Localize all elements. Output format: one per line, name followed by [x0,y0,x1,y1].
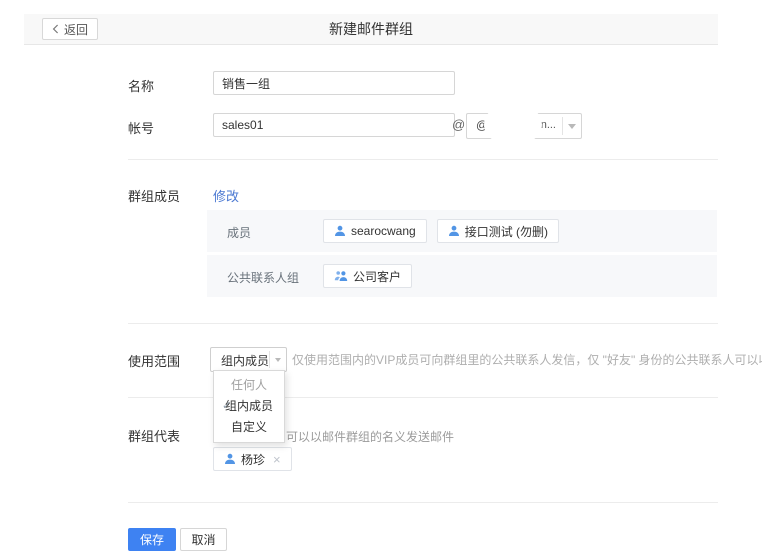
caret-down-icon [568,124,576,129]
footer-divider [128,502,718,503]
people-group-icon [334,270,348,282]
representative-hint: 可以以邮件群组的名义发送邮件 [286,428,454,445]
cancel-button[interactable]: 取消 [180,528,227,551]
representative-label: 群组代表 [128,426,180,445]
scope-select[interactable]: 组内成员 [210,347,287,372]
members-section-label: 群组成员 [128,186,180,205]
account-label: 帐号 [128,118,154,137]
modify-members-link[interactable]: 修改 [213,186,239,205]
contact-groups-tag-strip: 公司客户 [323,264,412,288]
at-separator: @ [452,117,465,132]
contact-group-tag: 公司客户 [323,264,412,288]
scope-label: 使用范围 [128,351,180,370]
person-icon [224,453,236,465]
censored-domain-blur [484,107,542,142]
members-tag-strip: searocwang 接口测试 (勿删) [323,219,559,243]
contact-groups-row-label: 公共联系人组 [227,269,299,286]
scope-selected-value: 组内成员 [221,352,269,369]
scope-option-label: 组内成员 [225,399,273,413]
create-mail-group-page: 返回 新建邮件群组 名称 帐号 @ @ n... 群组成员 修改 成员 sear… [0,0,762,558]
members-row-label: 成员 [227,224,251,241]
person-icon [448,225,460,237]
name-label: 名称 [128,76,154,95]
member-tag: searocwang [323,219,427,243]
scope-option-group-members[interactable]: ✓ 组内成员 [214,396,284,417]
account-input[interactable] [213,113,455,137]
representative-tag: 杨珍 × [213,447,292,471]
section-divider [128,159,718,160]
contact-group-tag-label: 公司客户 [353,268,401,285]
scope-option-anyone[interactable]: 任何人 [214,375,284,396]
save-button[interactable]: 保存 [128,528,176,551]
members-row: 成员 searocwang 接口测试 (勿删) [207,210,717,252]
domain-select-arrow-box [562,117,581,135]
scope-hint: 仅使用范围内的VIP成员可向群组里的公共联系人发信，仅 "好友" 身份的公共联系… [292,351,762,368]
check-icon: ✓ [222,396,231,417]
caret-down-icon [275,358,281,362]
member-tag: 接口测试 (勿删) [437,219,559,243]
page-title: 新建邮件群组 [24,14,718,44]
remove-icon[interactable]: × [273,452,281,467]
member-tag-label: 接口测试 (勿删) [465,223,548,240]
member-tag-label: searocwang [351,224,416,238]
scope-option-custom[interactable]: 自定义 [214,417,284,438]
domain-suffix: n... [541,119,556,131]
name-input[interactable] [213,71,455,95]
scope-select-arrow-box [269,351,286,368]
top-bar: 返回 新建邮件群组 [24,14,718,45]
scope-dropdown-menu: 任何人 ✓ 组内成员 自定义 [213,370,285,443]
representative-tag-label: 杨珍 [241,451,265,468]
person-icon [334,225,346,237]
contact-groups-row: 公共联系人组 公司客户 [207,255,717,297]
section-divider [128,323,718,324]
